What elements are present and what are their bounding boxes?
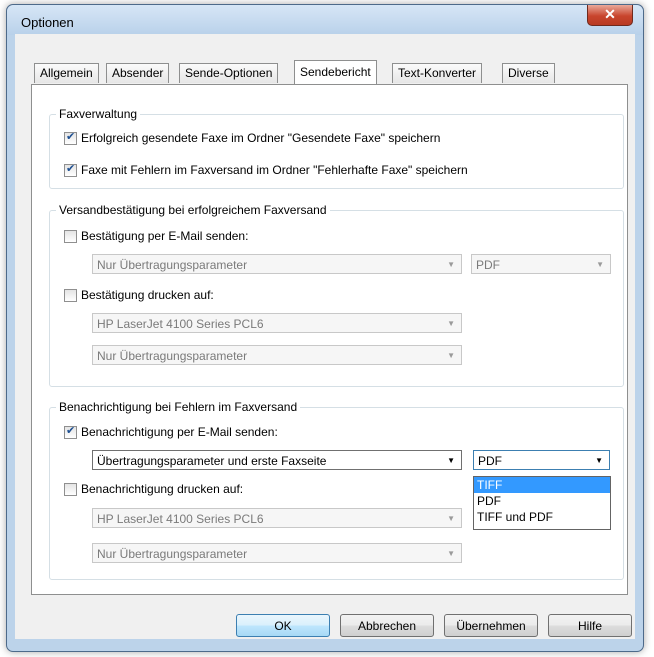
tab-sende-optionen[interactable]: Sende-Optionen (179, 63, 279, 83)
tab-absender[interactable]: Absender (106, 63, 170, 83)
checkbox-label: Benachrichtigung per E-Mail senden: (81, 425, 278, 439)
chevron-down-icon: ▼ (447, 351, 455, 360)
apply-button[interactable]: Übernehmen (444, 614, 538, 637)
checkbox-box[interactable] (64, 130, 77, 145)
confirm-email-content-select[interactable]: Nur Übertragungsparameter ▼ (92, 254, 462, 274)
checkbox-box[interactable] (64, 162, 77, 177)
chevron-down-icon: ▼ (447, 260, 455, 269)
checkbox-box[interactable] (64, 288, 77, 302)
chevron-down-icon: ▼ (596, 260, 604, 269)
confirm-print-content-select[interactable]: Nur Übertragungsparameter ▼ (92, 345, 462, 365)
checkbox-label: Faxe mit Fehlern im Faxversand im Ordner… (81, 163, 468, 177)
option-tiff[interactable]: TIFF (474, 477, 610, 493)
tab-text-konverter[interactable]: Text-Konverter (392, 63, 483, 83)
checkbox-confirm-email[interactable]: Bestätigung per E-Mail senden: (64, 229, 248, 243)
confirm-email-format-select[interactable]: PDF ▼ (471, 254, 611, 274)
ok-button[interactable]: OK (236, 614, 330, 637)
option-pdf[interactable]: PDF (474, 493, 610, 509)
group-faxverwaltung: Faxverwaltung (49, 107, 624, 189)
checkbox-save-sent-faxes[interactable]: Erfolgreich gesendete Faxe im Ordner "Ge… (64, 130, 441, 145)
group-title: Benachrichtigung bei Fehlern im Faxversa… (56, 400, 301, 414)
checkbox-save-failed-faxes[interactable]: Faxe mit Fehlern im Faxversand im Ordner… (64, 162, 468, 177)
error-print-content-select[interactable]: Nur Übertragungsparameter ▼ (92, 543, 462, 563)
checkbox-label: Erfolgreich gesendete Faxe im Ordner "Ge… (81, 131, 441, 145)
option-tiff-und-pdf[interactable]: TIFF und PDF (474, 509, 610, 525)
checkbox-box[interactable] (64, 424, 77, 439)
tab-diverse[interactable]: Diverse (502, 63, 555, 83)
window-title: Optionen (21, 15, 74, 30)
format-dropdown-list: TIFF PDF TIFF und PDF (473, 476, 611, 530)
chevron-down-icon: ▼ (595, 456, 603, 465)
help-button[interactable]: Hilfe (548, 614, 632, 637)
checkbox-box[interactable] (64, 482, 77, 496)
checkbox-label: Bestätigung drucken auf: (81, 288, 214, 302)
chevron-down-icon: ▼ (447, 549, 455, 558)
checkbox-box[interactable] (64, 229, 77, 243)
chevron-down-icon: ▼ (447, 456, 455, 465)
cancel-button[interactable]: Abbrechen (340, 614, 434, 637)
close-button[interactable]: ✕ (587, 5, 633, 26)
tab-sendebericht[interactable]: Sendebericht (294, 60, 377, 84)
checkbox-error-print[interactable]: Benachrichtigung drucken auf: (64, 482, 243, 496)
group-title: Faxverwaltung (56, 107, 141, 121)
error-email-format-select[interactable]: PDF ▼ (473, 450, 610, 470)
checkbox-error-email[interactable]: Benachrichtigung per E-Mail senden: (64, 424, 278, 439)
tab-allgemein[interactable]: Allgemein (34, 63, 99, 83)
chevron-down-icon: ▼ (447, 319, 455, 328)
checkbox-label: Benachrichtigung drucken auf: (81, 482, 244, 496)
error-email-content-select[interactable]: Übertragungsparameter und erste Faxseite… (92, 450, 462, 470)
confirm-printer-select[interactable]: HP LaserJet 4100 Series PCL6 ▼ (92, 313, 462, 333)
error-printer-select[interactable]: HP LaserJet 4100 Series PCL6 ▼ (92, 508, 462, 528)
checkbox-label: Bestätigung per E-Mail senden: (81, 229, 249, 243)
chevron-down-icon: ▼ (447, 514, 455, 523)
title-bar: Optionen ✕ (7, 5, 643, 35)
group-title: Versandbestätigung bei erfolgreichem Fax… (56, 203, 330, 217)
checkbox-confirm-print[interactable]: Bestätigung drucken auf: (64, 288, 214, 302)
close-icon: ✕ (604, 6, 616, 22)
